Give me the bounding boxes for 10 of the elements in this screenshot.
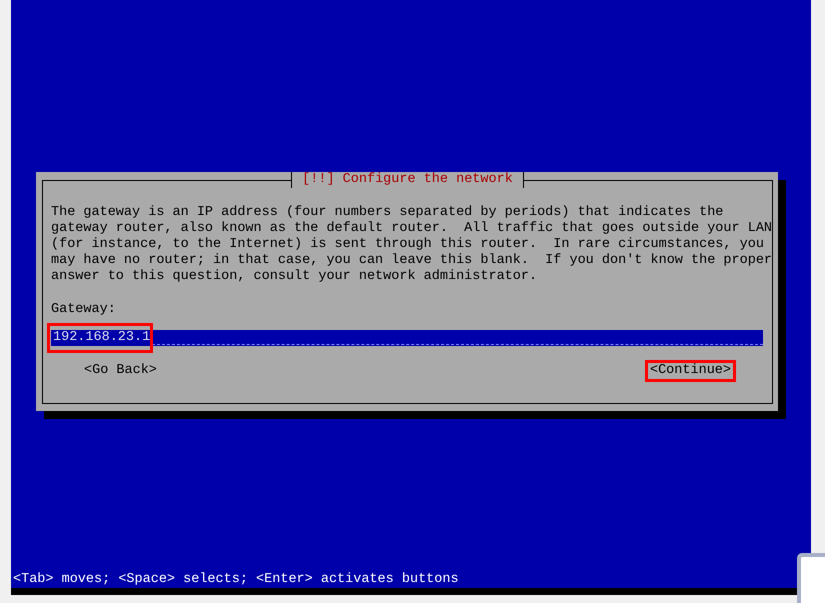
dialog-button[interactable]: <Continue> (644, 360, 736, 382)
gateway-label: Gateway: (51, 302, 117, 318)
description-line: (for instance, to the Internet) is sent through this router. In rare circumstances, you (51, 237, 765, 253)
description-line: may have no router; in that case, you can leave this blank. If you don't know the proper (51, 253, 772, 269)
description-line: The gateway is an IP address (four numbers separated by periods) that indicates the (51, 205, 724, 221)
description-line: gateway router, also known as the default router. All traffic that goes outside your LAN (51, 221, 772, 237)
status-bar-text: <Tab> moves; <Space> selects; <Enter> activates buttons (12, 572, 460, 588)
dialog-title: [!!] Configure the network (291, 172, 524, 188)
description-line: answer to this question, consult your network administrator. (51, 269, 538, 285)
gateway-input-field[interactable]: 192.168.23.1 (51, 330, 763, 346)
